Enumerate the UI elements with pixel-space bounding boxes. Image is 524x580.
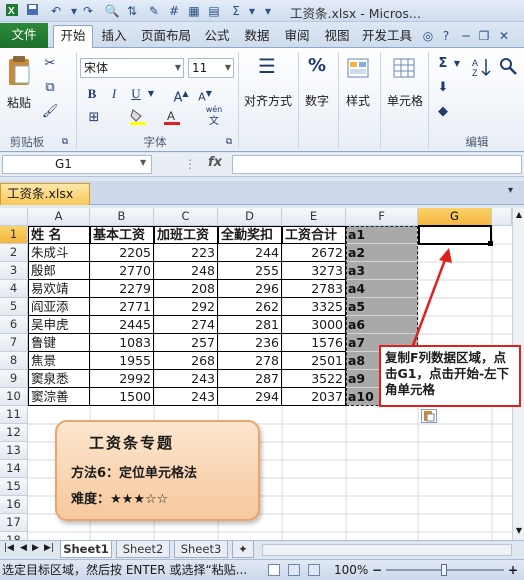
insert-sheet-icon[interactable]: ✦ <box>232 541 254 558</box>
tip-title: 工资条专题 <box>89 434 175 452</box>
tip-method: 方法6：定位单元格法 <box>71 466 198 481</box>
page-break-view-icon[interactable] <box>308 564 320 576</box>
zoom-in-icon[interactable]: + <box>508 560 518 580</box>
sheet-tab-sheet1[interactable]: Sheet1 <box>60 541 112 558</box>
last-sheet-icon[interactable]: ▶| <box>44 543 54 553</box>
status-message: 选定目标区域，然后按 ENTER 或选择“粘贴... <box>2 563 248 577</box>
difficulty-stars: ★★★☆☆ <box>110 492 169 507</box>
normal-view-icon[interactable] <box>268 564 280 576</box>
page-layout-view-icon[interactable] <box>288 564 300 576</box>
zoom-out-icon[interactable]: − <box>372 560 382 580</box>
instruction-callout: 复制F列数据区域，点击G1，点击开始-左下角单元格 <box>379 345 521 407</box>
tip-card: 工资条专题 方法6：定位单元格法 难度：★★★☆☆ <box>55 420 260 521</box>
difficulty-label: 难度： <box>71 492 111 507</box>
zoom-slider-thumb[interactable] <box>441 564 447 576</box>
prev-sheet-icon[interactable]: ◀ <box>20 543 27 553</box>
zoom-level[interactable]: 100% <box>334 560 368 580</box>
scroll-up-icon[interactable]: ▲ <box>514 210 524 222</box>
scroll-down-icon[interactable]: ▼ <box>514 526 524 538</box>
sheet-tab-sheet2[interactable]: Sheet2 <box>116 541 170 558</box>
horizontal-scrollbar[interactable] <box>262 544 512 556</box>
sheet-tab-bar: |◀ ◀ ▶ ▶| Sheet1 Sheet2 Sheet3 ✦ <box>0 540 524 559</box>
next-sheet-icon[interactable]: ▶ <box>32 543 39 553</box>
first-sheet-icon[interactable]: |◀ <box>4 543 14 553</box>
sheet-tab-sheet3[interactable]: Sheet3 <box>174 541 228 558</box>
status-bar: 选定目标区域，然后按 ENTER 或选择“粘贴... 100% − + <box>0 559 524 580</box>
tip-difficulty: 难度：★★★☆☆ <box>71 488 168 507</box>
